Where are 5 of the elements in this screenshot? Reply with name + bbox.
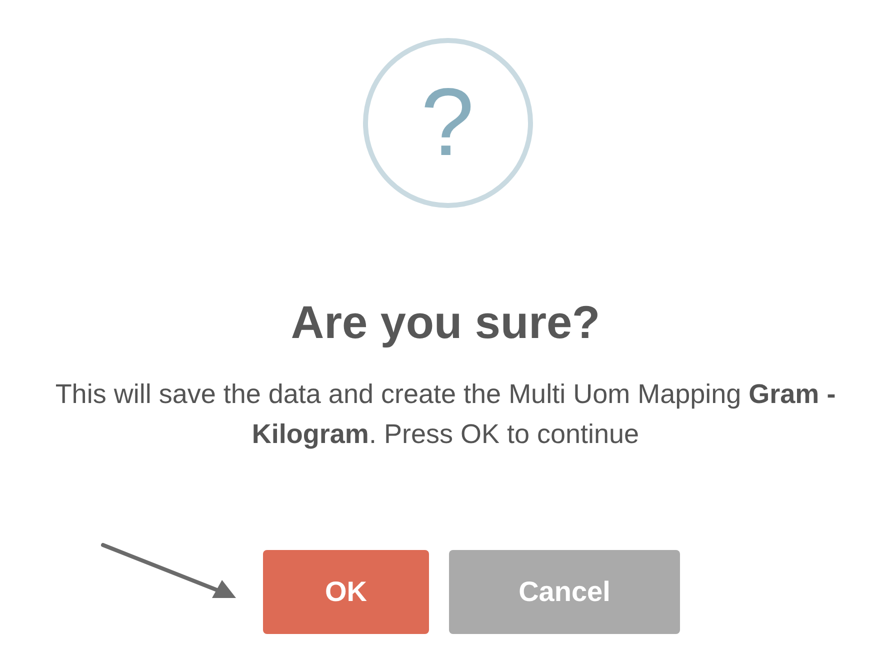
question-icon: ? xyxy=(362,38,532,208)
cancel-button[interactable]: Cancel xyxy=(449,550,680,634)
dialog-title: Are you sure? xyxy=(290,295,600,350)
ok-button[interactable]: OK xyxy=(263,550,429,634)
dialog-message: This will save the data and create the Multi Uom Mapping Gram - Kilogram. Press OK to continue xyxy=(54,378,837,451)
